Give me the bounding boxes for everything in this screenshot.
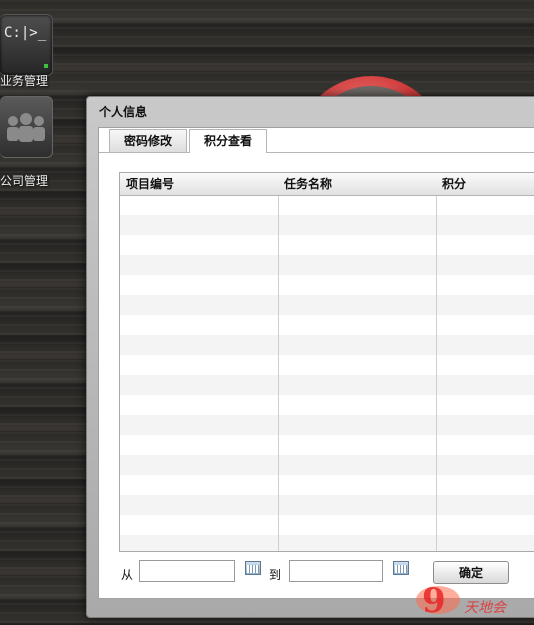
points-table[interactable]: 项目编号 任务名称 积分 bbox=[119, 172, 534, 552]
people-group-icon bbox=[7, 113, 45, 142]
column-divider bbox=[436, 173, 437, 551]
table-row bbox=[120, 375, 534, 395]
from-label: 从 bbox=[121, 568, 134, 582]
company-management-icon[interactable] bbox=[0, 96, 53, 158]
tab-bar: 密码修改 积分查看 bbox=[99, 128, 534, 153]
table-row bbox=[120, 415, 534, 435]
personal-info-window[interactable]: 个人信息 密码修改 积分查看 项目编号 任务名称 积分 从 到 确定 bbox=[86, 96, 534, 618]
to-label: 到 bbox=[269, 568, 282, 582]
from-date-input[interactable] bbox=[139, 560, 235, 582]
desktop-icon-label-company[interactable]: 公司管理 bbox=[0, 172, 48, 189]
table-row bbox=[120, 495, 534, 515]
tab-points-view[interactable]: 积分查看 bbox=[189, 129, 268, 153]
column-header-points[interactable]: 积分 bbox=[436, 173, 534, 195]
calendar-icon[interactable] bbox=[245, 561, 261, 575]
watermark-logo: 9 天地会 bbox=[416, 581, 508, 620]
terminal-prompt-text: C:|>_ bbox=[4, 25, 47, 41]
table-row bbox=[120, 255, 534, 275]
table-row bbox=[120, 535, 534, 551]
window-panel: 密码修改 积分查看 项目编号 任务名称 积分 从 到 确定 bbox=[98, 127, 534, 599]
table-row bbox=[120, 335, 534, 355]
table-row bbox=[120, 455, 534, 475]
table-row bbox=[120, 215, 534, 235]
column-divider bbox=[278, 173, 279, 551]
window-title: 个人信息 bbox=[99, 105, 148, 119]
svg-text:9: 9 bbox=[422, 581, 446, 620]
table-row bbox=[120, 295, 534, 315]
desktop-icon-label-business[interactable]: 业务管理 bbox=[0, 72, 48, 89]
status-dot bbox=[44, 64, 48, 68]
svg-text:天地会: 天地会 bbox=[464, 600, 508, 616]
column-header-task-name[interactable]: 任务名称 bbox=[278, 173, 436, 195]
column-header-project-id[interactable]: 项目编号 bbox=[120, 173, 278, 195]
to-date-input[interactable] bbox=[289, 560, 383, 582]
table-header: 项目编号 任务名称 积分 bbox=[120, 173, 534, 196]
tab-password-change[interactable]: 密码修改 bbox=[109, 129, 188, 152]
